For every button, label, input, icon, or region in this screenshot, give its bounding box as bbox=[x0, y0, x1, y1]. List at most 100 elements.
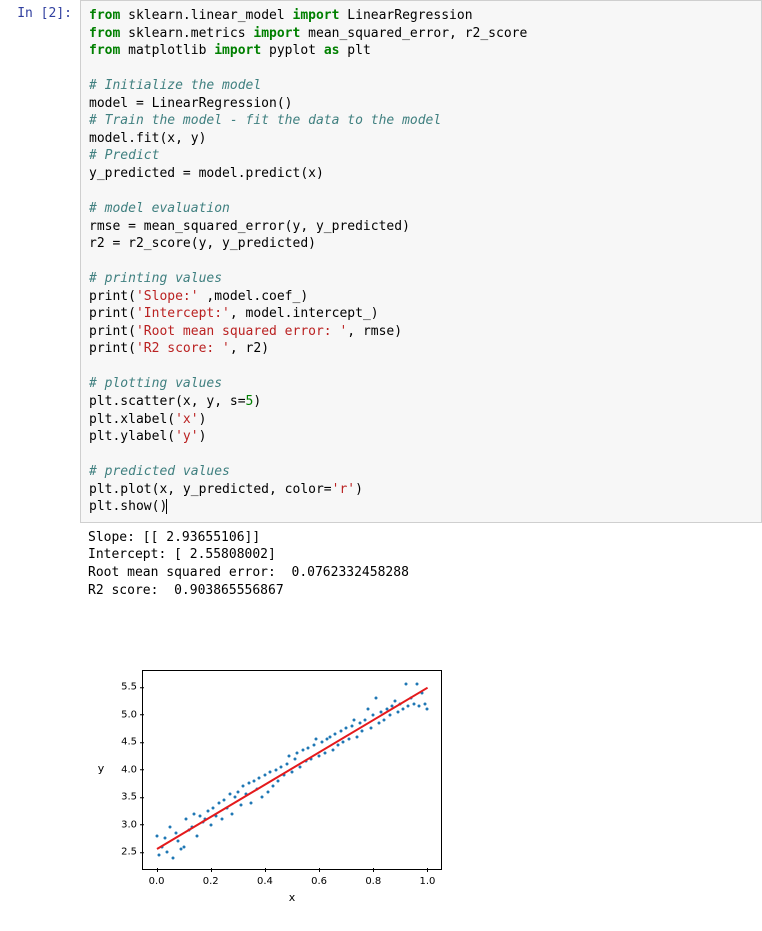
data-point bbox=[169, 826, 172, 829]
data-point bbox=[296, 752, 299, 755]
data-point bbox=[404, 683, 407, 686]
data-point bbox=[301, 749, 304, 752]
data-point bbox=[372, 713, 375, 716]
x-tick-label: 0.2 bbox=[191, 869, 231, 889]
data-point bbox=[350, 724, 353, 727]
data-point bbox=[174, 831, 177, 834]
data-point bbox=[415, 683, 418, 686]
x-tick-label: 0.4 bbox=[245, 869, 285, 889]
data-point bbox=[207, 809, 210, 812]
data-point bbox=[412, 702, 415, 705]
output-cell: Slope: [[ 2.93655106]] Intercept: [ 2.55… bbox=[0, 523, 762, 931]
x-axis-label: x bbox=[142, 891, 442, 906]
data-point bbox=[166, 851, 169, 854]
data-point bbox=[263, 774, 266, 777]
output-line: Root mean squared error: 0.0762332458288 bbox=[88, 565, 409, 580]
data-point bbox=[342, 741, 345, 744]
data-point bbox=[258, 776, 261, 779]
data-point bbox=[253, 779, 256, 782]
data-point bbox=[196, 834, 199, 837]
data-point bbox=[217, 801, 220, 804]
data-point bbox=[239, 804, 242, 807]
data-point bbox=[374, 697, 377, 700]
output-prompt bbox=[0, 523, 80, 931]
data-point bbox=[364, 719, 367, 722]
x-tick-label: 1.0 bbox=[407, 869, 447, 889]
data-point bbox=[212, 807, 215, 810]
x-tick-label: 0.8 bbox=[353, 869, 393, 889]
data-point bbox=[291, 771, 294, 774]
output-line: Intercept: [ 2.55808002] bbox=[88, 547, 276, 562]
data-point bbox=[182, 845, 185, 848]
data-point bbox=[261, 796, 264, 799]
data-point bbox=[312, 743, 315, 746]
data-point bbox=[383, 719, 386, 722]
data-point bbox=[366, 708, 369, 711]
data-point bbox=[209, 823, 212, 826]
data-point bbox=[223, 798, 226, 801]
data-point bbox=[163, 837, 166, 840]
stdout-output: Slope: [[ 2.93655106]] Intercept: [ 2.55… bbox=[80, 523, 762, 931]
data-point bbox=[369, 727, 372, 730]
data-point bbox=[250, 801, 253, 804]
data-point bbox=[231, 812, 234, 815]
data-point bbox=[407, 705, 410, 708]
data-point bbox=[272, 785, 275, 788]
data-point bbox=[326, 738, 329, 741]
output-line: R2 score: 0.903865556867 bbox=[88, 583, 284, 598]
data-point bbox=[274, 768, 277, 771]
data-point bbox=[334, 732, 337, 735]
data-point bbox=[177, 840, 180, 843]
data-point bbox=[426, 708, 429, 711]
data-point bbox=[285, 763, 288, 766]
data-point bbox=[345, 727, 348, 730]
data-point bbox=[358, 721, 361, 724]
output-line: Slope: [[ 2.93655106]] bbox=[88, 530, 260, 545]
data-point bbox=[277, 779, 280, 782]
data-point bbox=[198, 815, 201, 818]
data-point bbox=[353, 719, 356, 722]
data-point bbox=[318, 754, 321, 757]
data-point bbox=[402, 708, 405, 711]
data-point bbox=[171, 856, 174, 859]
data-point bbox=[339, 730, 342, 733]
data-point bbox=[266, 790, 269, 793]
data-point bbox=[347, 738, 350, 741]
x-tick-label: 0.6 bbox=[299, 869, 339, 889]
data-point bbox=[293, 757, 296, 760]
data-point bbox=[396, 710, 399, 713]
data-point bbox=[361, 730, 364, 733]
data-point bbox=[155, 834, 158, 837]
data-point bbox=[331, 749, 334, 752]
data-point bbox=[418, 705, 421, 708]
code-editor[interactable]: from sklearn.linear_model import LinearR… bbox=[80, 0, 762, 523]
data-point bbox=[242, 785, 245, 788]
data-point bbox=[185, 818, 188, 821]
data-point bbox=[269, 771, 272, 774]
data-point bbox=[220, 818, 223, 821]
data-point bbox=[179, 848, 182, 851]
input-prompt: In [2]: bbox=[0, 0, 80, 523]
data-point bbox=[315, 738, 318, 741]
regression-line bbox=[156, 687, 428, 850]
plot-area: 2.53.03.54.04.55.05.50.00.20.40.60.81.0 bbox=[142, 670, 442, 870]
data-point bbox=[328, 735, 331, 738]
scatter-chart: 2.53.03.54.04.55.05.50.00.20.40.60.81.0 … bbox=[88, 660, 466, 908]
data-point bbox=[423, 702, 426, 705]
data-point bbox=[288, 754, 291, 757]
data-point bbox=[307, 746, 310, 749]
data-point bbox=[356, 735, 359, 738]
data-point bbox=[393, 699, 396, 702]
data-point bbox=[377, 721, 380, 724]
data-point bbox=[247, 782, 250, 785]
y-axis-label: y bbox=[94, 670, 108, 870]
data-point bbox=[234, 796, 237, 799]
data-point bbox=[228, 793, 231, 796]
data-point bbox=[320, 741, 323, 744]
data-point bbox=[193, 812, 196, 815]
data-point bbox=[158, 853, 161, 856]
data-point bbox=[236, 790, 239, 793]
data-point bbox=[323, 752, 326, 755]
x-tick-label: 0.0 bbox=[137, 869, 177, 889]
data-point bbox=[388, 713, 391, 716]
